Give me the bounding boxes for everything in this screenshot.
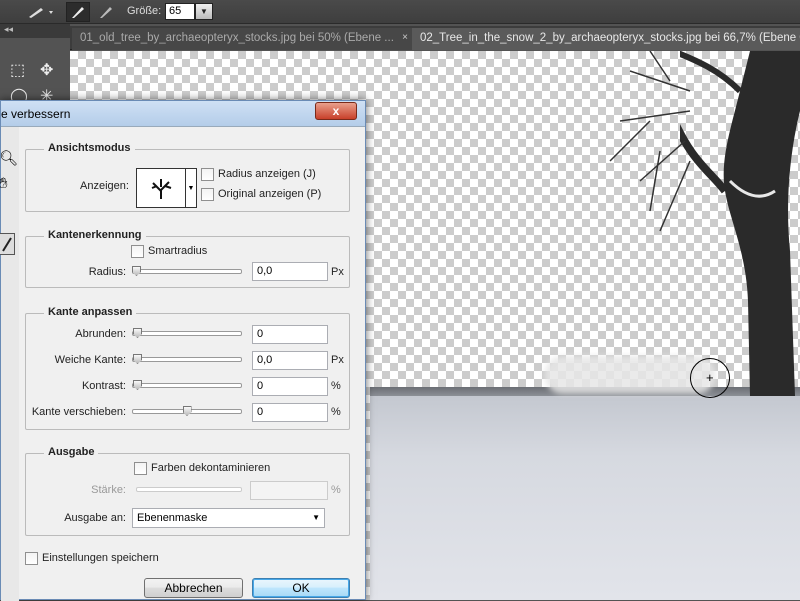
feather-unit: Px xyxy=(331,354,344,366)
edge-detection-group: Kantenerkennung Smartradius Radius: 0,0 … xyxy=(25,229,350,288)
shift-edge-slider-thumb[interactable] xyxy=(182,406,192,416)
shift-edge-slider[interactable] xyxy=(132,406,242,416)
output-title: Ausgabe xyxy=(44,446,99,458)
smooth-input[interactable]: 0 xyxy=(252,325,328,344)
crosshair-icon: + xyxy=(706,370,714,385)
branches-image xyxy=(609,51,691,232)
show-original-label: Original anzeigen (P) xyxy=(218,188,322,200)
output-group: Ausgabe Farben dekontaminieren Stärke: %… xyxy=(25,446,350,536)
feather-input[interactable]: 0,0 xyxy=(252,351,328,370)
view-mode-group: Ansichtsmodus Anzeigen: ▼ Radius anzeige… xyxy=(25,142,350,212)
tab-label: 02_Tree_in_the_snow_2_by_archaeopteryx_s… xyxy=(420,32,800,44)
view-preview-thumbnail[interactable] xyxy=(136,168,186,208)
contrast-label: Kontrast: xyxy=(81,380,126,392)
radius-input[interactable]: 0,0 xyxy=(252,262,328,281)
shift-edge-unit: % xyxy=(331,406,341,418)
shift-edge-label: Kante verschieben: xyxy=(31,406,126,418)
radius-slider-thumb[interactable] xyxy=(132,266,141,276)
erase-refinements-tool-button[interactable] xyxy=(94,2,118,22)
adjust-edge-group: Kante anpassen Abrunden: 0 Weiche Kante:… xyxy=(25,306,350,430)
toolbox-collapse[interactable]: ◂◂ xyxy=(0,24,70,38)
contrast-slider[interactable] xyxy=(132,380,242,390)
feather-label: Weiche Kante: xyxy=(54,354,126,366)
brush-cursor: + xyxy=(690,358,730,398)
chevron-down-icon: ▼ xyxy=(312,513,320,522)
refine-edge-dialog: e verbessern x 🔍︎ ✋︎ Ansichtsmodus Anzei… xyxy=(0,100,366,601)
dialog-close-button[interactable]: x xyxy=(315,102,357,120)
tab-tree-in-snow[interactable]: 02_Tree_in_the_snow_2_by_archaeopteryx_s… xyxy=(412,28,800,50)
adjust-edge-title: Kante anpassen xyxy=(44,306,137,318)
tab-old-tree[interactable]: 01_old_tree_by_archaeopteryx_stocks.jpg … xyxy=(72,28,412,50)
eraser-brush-icon xyxy=(100,7,112,18)
strength-label: Stärke: xyxy=(91,484,126,496)
smart-radius-label: Smartradius xyxy=(148,245,208,257)
cancel-button[interactable]: Abbrechen xyxy=(144,578,243,598)
brush-preset-picker[interactable] xyxy=(22,2,58,22)
view-mode-title: Ansichtsmodus xyxy=(44,142,135,154)
decontaminate-label: Farben dekontaminieren xyxy=(151,462,271,474)
output-to-label: Ausgabe an: xyxy=(64,512,126,524)
dialog-title: e verbessern xyxy=(1,107,71,121)
smart-radius-checkbox[interactable] xyxy=(131,245,144,258)
radius-unit: Px xyxy=(331,266,344,278)
size-label: Größe: xyxy=(127,5,162,17)
output-to-select[interactable]: Ebenenmaske ▼ xyxy=(132,508,325,528)
hand-icon[interactable]: ✋︎ xyxy=(0,175,8,192)
close-icon[interactable]: × xyxy=(402,32,408,43)
dialog-tool-strip: 🔍︎ ✋︎ xyxy=(0,127,19,601)
output-to-value: Ebenenmaske xyxy=(137,512,208,524)
zoom-icon[interactable]: 🔍︎ xyxy=(0,149,18,167)
edge-detection-title: Kantenerkennung xyxy=(44,229,146,241)
marquee-icon[interactable]: ⬚ xyxy=(10,60,25,80)
smooth-label: Abrunden: xyxy=(75,328,126,340)
show-label: Anzeigen: xyxy=(80,180,129,192)
shift-edge-input[interactable]: 0 xyxy=(252,403,328,422)
brush-icon xyxy=(29,8,53,18)
feather-slider[interactable] xyxy=(132,354,242,364)
size-dropdown-button[interactable]: ▼ xyxy=(195,3,213,20)
chevron-down-icon: ▼ xyxy=(187,184,195,192)
contrast-input[interactable]: 0 xyxy=(252,377,328,396)
size-input[interactable]: 65 xyxy=(165,3,195,20)
contrast-slider-thumb[interactable] xyxy=(133,380,142,390)
radius-slider[interactable] xyxy=(132,266,242,276)
show-radius-checkbox[interactable] xyxy=(201,168,214,181)
remember-settings-checkbox[interactable] xyxy=(25,552,38,565)
dialog-title-bar[interactable]: e verbessern xyxy=(1,101,365,127)
refine-radius-tool-button[interactable] xyxy=(66,2,90,22)
feather-slider-thumb[interactable] xyxy=(133,354,142,364)
refine-brush-icon xyxy=(72,7,84,18)
smooth-slider[interactable] xyxy=(132,328,242,338)
view-mode-dropdown[interactable]: ▼ xyxy=(186,168,197,208)
ok-button[interactable]: OK xyxy=(252,578,350,598)
radius-label: Radius: xyxy=(88,266,126,278)
tab-label: 01_old_tree_by_archaeopteryx_stocks.jpg … xyxy=(80,32,394,44)
remember-settings-label: Einstellungen speichern xyxy=(42,552,159,564)
decontaminate-checkbox[interactable] xyxy=(134,462,147,475)
document-tabs: 01_old_tree_by_archaeopteryx_stocks.jpg … xyxy=(70,26,800,50)
chevron-down-icon: ▼ xyxy=(200,7,208,16)
show-original-checkbox[interactable] xyxy=(201,188,214,201)
strength-input xyxy=(250,481,328,500)
strength-slider xyxy=(136,487,242,492)
tree-thumbnail-icon xyxy=(151,179,172,199)
strength-unit: % xyxy=(331,484,341,496)
move-icon[interactable]: ✥ xyxy=(40,60,53,80)
options-bar: Größe: 65 ▼ xyxy=(0,0,800,24)
refine-radius-icon[interactable] xyxy=(0,233,15,255)
contrast-unit: % xyxy=(331,380,341,392)
show-radius-label: Radius anzeigen (J) xyxy=(218,168,316,180)
smooth-slider-thumb[interactable] xyxy=(133,328,142,338)
snow-field-image xyxy=(370,396,800,600)
